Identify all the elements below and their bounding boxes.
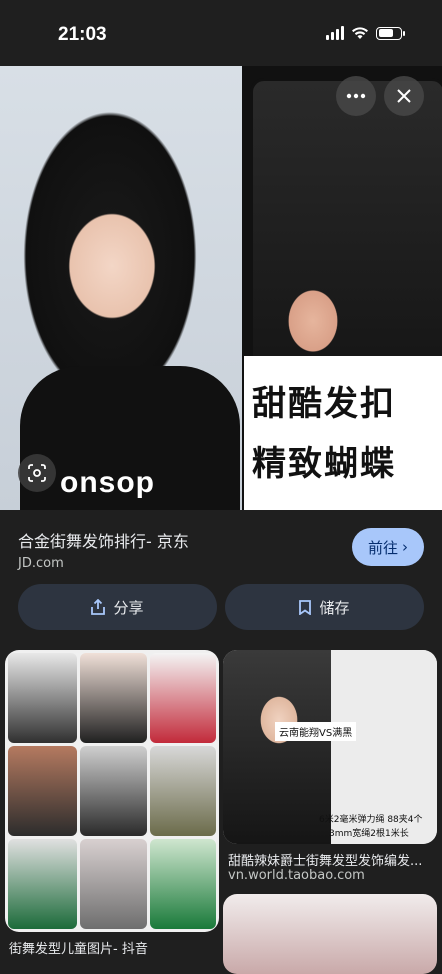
close-icon (397, 89, 411, 103)
share-label: 分享 (113, 598, 144, 617)
result-info: 合金街舞发饰排行- 京东 JD.com 前往 › 分享 储存 (0, 510, 442, 650)
lens-button[interactable] (18, 454, 56, 492)
thumbnail (8, 839, 77, 929)
cellular-signal-icon (326, 26, 344, 40)
thumbnail (8, 746, 77, 836)
main-photo: onsop (0, 66, 242, 510)
caption-panel: 甜酷发扣 精致蝴蝶 (244, 356, 442, 510)
product-text-2: 3mm宽绳2根1米长 (329, 829, 409, 839)
shirt-text: onsop (60, 466, 155, 499)
status-bar: 21:03 (0, 0, 442, 66)
related-image-card[interactable] (223, 894, 437, 974)
lens-icon (28, 464, 46, 482)
hero-image-viewer[interactable]: onsop 甜酷发扣 精致蝴蝶 (0, 66, 442, 510)
thumbnail (80, 746, 147, 836)
related-image-card[interactable] (5, 650, 219, 932)
save-button[interactable]: 储存 (225, 584, 424, 630)
visit-label: 前往 (367, 538, 398, 557)
more-horizontal-icon (346, 93, 366, 99)
status-icons (326, 26, 405, 40)
thumbnail (80, 653, 147, 743)
related-title-1[interactable]: 街舞发型儿童图片- 抖音 (9, 938, 148, 957)
thumbnail (80, 839, 147, 929)
related-title-2[interactable]: 甜酷辣妹爵士街舞发型发饰编发... (228, 850, 422, 869)
more-options-button[interactable] (336, 76, 376, 116)
thumbnail (150, 746, 216, 836)
caption-line-2: 精致蝴蝶 (252, 444, 396, 484)
chevron-right-icon: › (402, 538, 408, 556)
detail-photo (250, 78, 442, 369)
product-text: 6米2毫米弹力绳 88夹4个 (319, 815, 423, 825)
close-button[interactable] (384, 76, 424, 116)
model-photo (223, 650, 331, 844)
share-icon (91, 599, 106, 615)
result-title[interactable]: 合金街舞发饰排行- 京东 (18, 528, 189, 552)
save-label: 储存 (319, 598, 350, 617)
thumbnail (8, 653, 77, 743)
share-button[interactable]: 分享 (18, 584, 217, 630)
result-source: JD.com (18, 556, 64, 571)
thumbnail (150, 839, 216, 929)
status-time: 21:03 (58, 24, 107, 45)
bookmark-icon (299, 599, 312, 615)
thumbnail (150, 653, 216, 743)
visit-button[interactable]: 前往 › (352, 528, 424, 566)
wifi-icon (352, 27, 368, 39)
battery-icon (376, 26, 405, 40)
overlay-label: 云南能翔VS满黑 (275, 722, 357, 741)
related-source-2: vn.world.taobao.com (228, 868, 365, 883)
related-image-card[interactable]: 云南能翔VS满黑 6米2毫米弹力绳 88夹4个 3mm宽绳2根1米长 (223, 650, 437, 844)
caption-line-1: 甜酷发扣 (252, 384, 396, 424)
